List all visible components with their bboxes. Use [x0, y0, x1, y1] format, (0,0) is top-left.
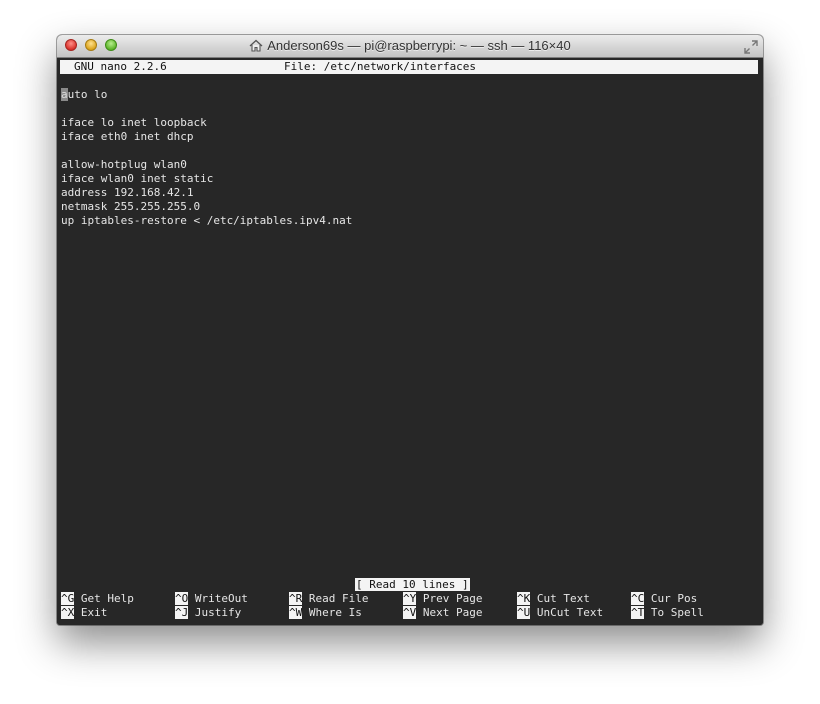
shortcut-label: WriteOut	[194, 592, 248, 605]
terminal-content[interactable]: GNU nano 2.2.6 File: /etc/network/interf…	[57, 58, 763, 625]
shortcut-key: ^J	[175, 606, 189, 619]
shortcut-label: Cut Text	[536, 592, 590, 605]
shortcut-cut-text[interactable]: ^K Cut Text	[517, 592, 590, 606]
editor-line[interactable]: auto lo	[61, 88, 352, 102]
nano-header-bar: GNU nano 2.2.6 File: /etc/network/interf…	[60, 60, 758, 74]
shortcut-writeout[interactable]: ^O WriteOut	[175, 592, 248, 606]
shortcut-label: Prev Page	[422, 592, 483, 605]
editor-line[interactable]: iface wlan0 inet static	[61, 172, 352, 186]
text-cursor: a	[61, 88, 68, 101]
shortcut-to-spell[interactable]: ^T To Spell	[631, 606, 704, 620]
shortcut-label: Cur Pos	[650, 592, 698, 605]
shortcut-label: Justify	[194, 606, 242, 619]
editor-line[interactable]	[61, 102, 352, 116]
window-title-wrap: Anderson69s — pi@raspberrypi: ~ — ssh — …	[57, 38, 763, 55]
editor-line[interactable]: iface eth0 inet dhcp	[61, 130, 352, 144]
shortcut-key: ^W	[289, 606, 303, 619]
shortcut-label: Next Page	[422, 606, 483, 619]
shortcut-label: Where Is	[308, 606, 362, 619]
shortcut-cur-pos[interactable]: ^C Cur Pos	[631, 592, 697, 606]
shortcut-label: UnCut Text	[536, 606, 604, 619]
editor-line-text: uto lo	[67, 88, 108, 101]
shortcut-next-page[interactable]: ^V Next Page	[403, 606, 482, 620]
shortcut-label: Get Help	[80, 592, 134, 605]
editor-buffer[interactable]: auto lo iface lo inet loopback iface eth…	[61, 88, 352, 228]
editor-line[interactable]: up iptables-restore < /etc/iptables.ipv4…	[61, 214, 352, 228]
shortcut-key: ^V	[403, 606, 417, 619]
shortcut-label: Exit	[80, 606, 108, 619]
shortcut-prev-page[interactable]: ^Y Prev Page	[403, 592, 482, 606]
shortcut-where-is[interactable]: ^W Where Is	[289, 606, 362, 620]
shortcut-key: ^C	[631, 592, 645, 605]
shortcut-key: ^T	[631, 606, 645, 619]
title-bar[interactable]: Anderson69s — pi@raspberrypi: ~ — ssh — …	[57, 35, 763, 58]
window-title: Anderson69s — pi@raspberrypi: ~ — ssh — …	[267, 38, 571, 53]
editor-line[interactable]: netmask 255.255.255.0	[61, 200, 352, 214]
shortcut-key: ^Y	[403, 592, 417, 605]
editor-line[interactable]: address 192.168.42.1	[61, 186, 352, 200]
shortcut-read-file[interactable]: ^R Read File	[289, 592, 368, 606]
shortcut-justify[interactable]: ^J Justify	[175, 606, 241, 620]
shortcut-key: ^R	[289, 592, 303, 605]
nano-version: GNU nano 2.2.6	[74, 60, 167, 73]
shortcut-key: ^O	[175, 592, 189, 605]
editor-line[interactable]: iface lo inet loopback	[61, 116, 352, 130]
fullscreen-arrows-icon[interactable]	[744, 39, 758, 58]
shortcut-key: ^U	[517, 606, 531, 619]
terminal-window: Anderson69s — pi@raspberrypi: ~ — ssh — …	[57, 35, 763, 625]
shortcut-key: ^X	[61, 606, 75, 619]
shortcut-key: ^K	[517, 592, 531, 605]
shortcut-label: Read File	[308, 592, 369, 605]
shortcut-label: To Spell	[650, 606, 704, 619]
shortcut-uncut-text[interactable]: ^U UnCut Text	[517, 606, 603, 620]
shortcut-key: ^G	[61, 592, 75, 605]
nano-file-name: File: /etc/network/interfaces	[284, 60, 477, 73]
shortcut-exit[interactable]: ^X Exit	[61, 606, 107, 620]
status-message: [ Read 10 lines ]	[355, 578, 470, 591]
shortcut-get-help[interactable]: ^G Get Help	[61, 592, 134, 606]
home-icon	[249, 39, 263, 55]
editor-line[interactable]	[61, 144, 352, 158]
editor-line[interactable]: allow-hotplug wlan0	[61, 158, 352, 172]
